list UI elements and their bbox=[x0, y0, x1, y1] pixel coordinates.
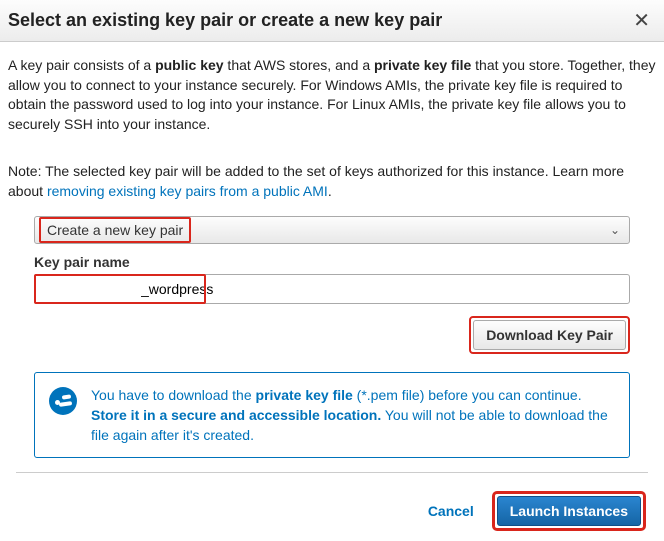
info-p2-bold: Store it in a secure and accessible loca… bbox=[91, 407, 381, 423]
desc-mid: that AWS stores, and a bbox=[224, 57, 374, 73]
info-p1-post: (*.pem file) before you can continue. bbox=[353, 387, 582, 403]
keypair-name-input-wrap bbox=[34, 274, 630, 304]
keypair-name-input[interactable] bbox=[34, 274, 630, 304]
info-icon bbox=[49, 387, 77, 415]
download-row: Download Key Pair bbox=[34, 316, 630, 354]
info-p1-pre: You have to download the bbox=[91, 387, 256, 403]
keypair-mode-select[interactable]: Create a new key pair bbox=[34, 216, 630, 244]
remove-keypairs-link[interactable]: removing existing key pairs from a publi… bbox=[47, 183, 328, 199]
keypair-dialog: Select an existing key pair or create a … bbox=[0, 0, 664, 510]
cancel-button[interactable]: Cancel bbox=[428, 503, 474, 519]
dialog-header: Select an existing key pair or create a … bbox=[0, 0, 664, 42]
dialog-footer: Cancel Launch Instances bbox=[16, 472, 648, 531]
desc-public-key: public key bbox=[155, 57, 223, 73]
info-text: You have to download the private key fil… bbox=[91, 385, 615, 446]
info-box: You have to download the private key fil… bbox=[34, 372, 630, 459]
launch-instances-button[interactable]: Launch Instances bbox=[497, 496, 641, 526]
dialog-body: A key pair consists of a public key that… bbox=[0, 42, 664, 541]
keypair-mode-select-wrap: Create a new key pair ⌄ Create a new key… bbox=[34, 216, 630, 244]
highlight-download: Download Key Pair bbox=[469, 316, 630, 354]
note-text: Note: The selected key pair will be adde… bbox=[8, 162, 656, 201]
note-period: . bbox=[328, 183, 332, 199]
highlight-launch: Launch Instances bbox=[492, 491, 646, 531]
keypair-name-label: Key pair name bbox=[34, 254, 630, 270]
desc-pre: A key pair consists of a bbox=[8, 57, 155, 73]
description-text: A key pair consists of a public key that… bbox=[8, 56, 656, 134]
desc-private-key: private key file bbox=[374, 57, 471, 73]
form-area: Create a new key pair ⌄ Create a new key… bbox=[8, 216, 656, 459]
dialog-title: Select an existing key pair or create a … bbox=[8, 10, 442, 31]
info-p1-bold: private key file bbox=[256, 387, 353, 403]
download-keypair-button[interactable]: Download Key Pair bbox=[473, 320, 626, 350]
close-icon[interactable]: ✕ bbox=[629, 11, 654, 31]
